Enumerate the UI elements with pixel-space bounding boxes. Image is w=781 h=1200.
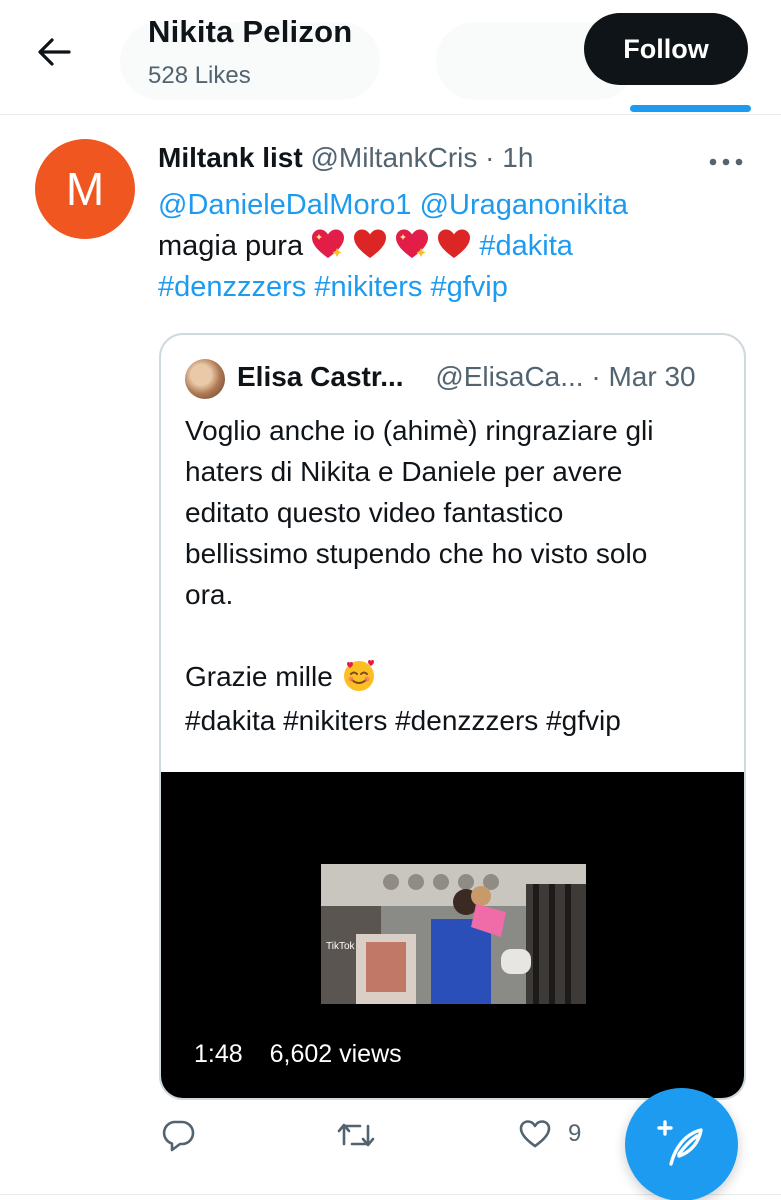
red-heart-icon: [438, 229, 471, 258]
follow-button[interactable]: Follow: [584, 13, 748, 85]
hashtag-link[interactable]: #dakita: [479, 230, 573, 262]
reply-button[interactable]: [160, 1118, 212, 1152]
separator-dot: ·: [591, 361, 601, 392]
retweet-button[interactable]: [336, 1118, 392, 1152]
sparkling-heart-icon: [312, 229, 345, 258]
quoted-tweet-text: Voglio anche io (ahimè) ringraziare gli …: [185, 410, 730, 697]
likes-count: 528 Likes: [148, 62, 251, 89]
quoted-tweet-time[interactable]: Mar 30: [608, 361, 695, 392]
avatar[interactable]: M: [35, 139, 135, 239]
profile-name: Nikita Pelizon: [148, 14, 353, 49]
hashtag-link[interactable]: #gfvip: [430, 271, 507, 303]
svg-text:TikTok: TikTok: [326, 941, 356, 952]
quoted-author-handle[interactable]: @ElisaCa...: [435, 361, 583, 392]
quoted-author-name[interactable]: Elisa Castr...: [237, 361, 404, 392]
smiling-face-with-hearts-icon: [343, 659, 374, 691]
video-views: 6,602 views: [269, 1040, 402, 1068]
hashtag-link[interactable]: #nikiters: [314, 271, 422, 303]
like-button[interactable]: 9: [518, 1118, 581, 1150]
red-heart-icon: [354, 229, 387, 258]
active-tab-indicator: [630, 105, 751, 112]
quoted-hashtags: #dakita #nikiters #denzzzers #gfvip: [185, 705, 621, 736]
tweet-time[interactable]: 1h: [502, 142, 533, 173]
video-player[interactable]: TikTok 1:48 6,602 views: [161, 772, 744, 1098]
mention-link[interactable]: @DanieleDalMoro1: [158, 189, 412, 221]
arrow-left-icon: [38, 38, 71, 66]
quoted-avatar[interactable]: [185, 359, 225, 399]
hashtag-link[interactable]: #denzzzers: [158, 271, 306, 303]
back-button[interactable]: [30, 28, 78, 76]
quoted-body-text: Voglio anche io (ahimè) ringraziare gli …: [185, 415, 654, 692]
heart-outline-icon: [519, 1120, 551, 1148]
tweet-plain-text: magia pura: [158, 230, 304, 262]
video-meta: 1:48 6,602 views: [194, 1040, 402, 1069]
tweet-text: @DanieleDalMoro1 @Uraganonikita magia pu…: [158, 185, 748, 308]
more-options-button[interactable]: [706, 142, 746, 182]
sparkling-heart-icon: [396, 229, 429, 258]
quoted-tweet-header: Elisa Castr... @ElisaCa... · Mar 30: [237, 361, 696, 393]
like-count: 9: [568, 1120, 582, 1147]
reply-icon: [162, 1120, 195, 1152]
mention-link[interactable]: @Uraganonikita: [420, 189, 628, 221]
compose-tweet-button[interactable]: [625, 1088, 738, 1200]
tweet-header: Miltank list @MiltankCris · 1h: [158, 142, 533, 174]
retweet-icon: [337, 1123, 375, 1147]
video-duration: 1:48: [194, 1040, 243, 1068]
separator-dot: ·: [485, 142, 495, 173]
more-dots-icon: [709, 158, 743, 166]
profile-header: Nikita Pelizon 528 Likes Follow: [0, 0, 781, 115]
author-handle[interactable]: @MiltankCris: [310, 142, 477, 173]
author-name[interactable]: Miltank list: [158, 142, 303, 173]
video-thumbnail: TikTok: [321, 864, 586, 1004]
quoted-tweet-card[interactable]: Elisa Castr... @ElisaCa... · Mar 30 Vogl…: [159, 333, 746, 1100]
feather-plus-icon: [656, 1119, 703, 1166]
